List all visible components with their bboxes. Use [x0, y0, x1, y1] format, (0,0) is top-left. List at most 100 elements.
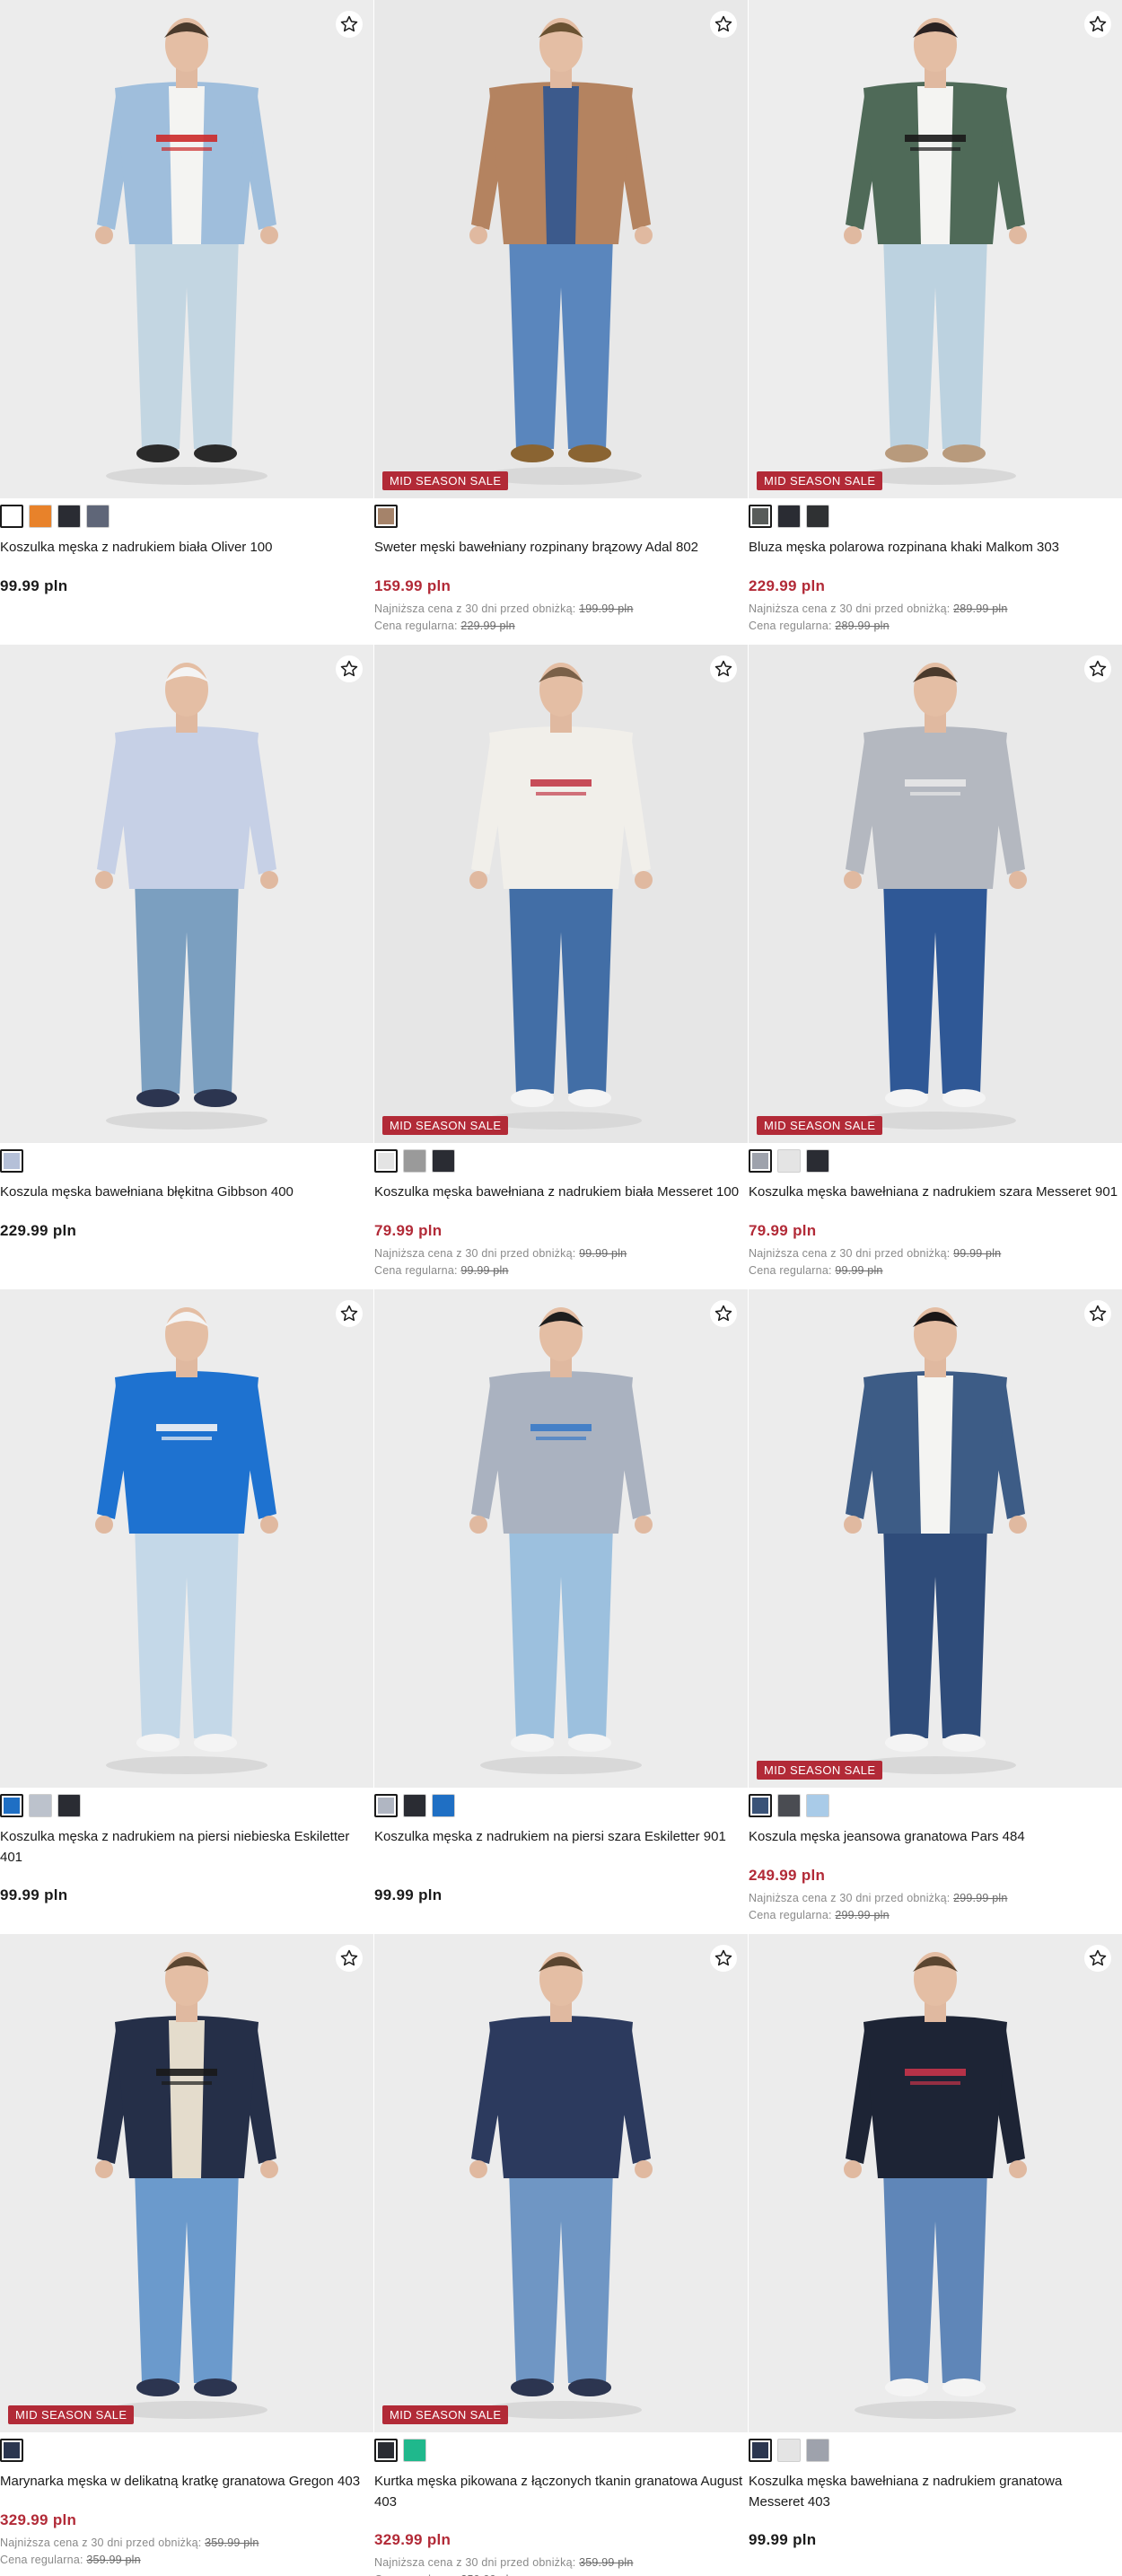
color-swatch[interactable] [749, 2439, 772, 2462]
favorite-button[interactable] [710, 1300, 737, 1327]
color-swatch[interactable] [432, 1794, 455, 1817]
lowest-price-value: 289.99 pln [953, 602, 1008, 615]
color-swatch[interactable] [29, 505, 52, 528]
product-name[interactable]: Koszulka męska z nadrukiem na piersi nie… [0, 1826, 372, 1868]
color-swatch[interactable] [806, 2439, 829, 2462]
product-card[interactable]: Koszulka męska z nadrukiem na piersi sza… [374, 1289, 748, 1934]
color-swatch[interactable] [403, 1149, 426, 1173]
lowest-price-30-days: Najniższa cena z 30 dni przed obniżką: 3… [374, 2556, 633, 2569]
product-image[interactable]: MID SEASON SALE [749, 645, 1122, 1143]
product-image[interactable]: MID SEASON SALE [374, 645, 748, 1143]
product-name[interactable]: Bluza męska polarowa rozpinana khaki Mal… [749, 537, 1120, 558]
product-price: 99.99 pln [374, 1886, 443, 1903]
lowest-price-value: 99.99 pln [579, 1247, 627, 1260]
favorite-button[interactable] [710, 1945, 737, 1972]
product-price: 99.99 pln [0, 577, 68, 594]
color-swatch[interactable] [403, 2439, 426, 2462]
favorite-button[interactable] [1084, 11, 1111, 38]
favorite-button[interactable] [710, 655, 737, 682]
product-card[interactable]: Koszula męska bawełniana błękitna Gibbso… [0, 645, 373, 1289]
product-photo-model [374, 1289, 748, 1788]
product-image[interactable] [374, 1289, 748, 1788]
product-card[interactable]: MID SEASON SALE Koszulka męska bawełniana… [749, 645, 1122, 1289]
star-outline-icon [1084, 1300, 1111, 1327]
product-name[interactable]: Koszulka męska bawełniana z nadrukiem sz… [749, 1182, 1120, 1202]
star-outline-icon [710, 11, 737, 38]
product-card[interactable]: MID SEASON SALE Koszula męska jeansowa gr… [749, 1289, 1122, 1934]
product-price: 79.99 pln [749, 1222, 817, 1239]
regular-price: Cena regularna: 299.99 pln [749, 1909, 890, 1921]
color-swatch[interactable] [806, 1149, 829, 1173]
color-swatch[interactable] [57, 505, 81, 528]
favorite-button[interactable] [1084, 1945, 1111, 1972]
product-image[interactable] [749, 1934, 1122, 2432]
color-swatch[interactable] [777, 1149, 801, 1173]
product-card[interactable]: MID SEASON SALE Kurtka męska pikowana z ł… [374, 1934, 748, 2576]
color-swatch[interactable] [374, 1149, 398, 1173]
product-name[interactable]: Koszulka męska bawełniana z nadrukiem bi… [374, 1182, 746, 1202]
product-image[interactable]: MID SEASON SALE [374, 0, 748, 498]
star-outline-icon [336, 1945, 363, 1972]
lowest-price-label: Najniższa cena z 30 dni przed obniżką: [749, 602, 951, 615]
product-image[interactable]: MID SEASON SALE [374, 1934, 748, 2432]
favorite-button[interactable] [336, 11, 363, 38]
product-photo-model [749, 1289, 1122, 1788]
favorite-button[interactable] [336, 1300, 363, 1327]
product-name[interactable]: Koszulka męska z nadrukiem na piersi sza… [374, 1826, 746, 1847]
favorite-button[interactable] [1084, 1300, 1111, 1327]
product-name[interactable]: Koszulka męska bawełniana z nadrukiem gr… [749, 2471, 1120, 2512]
color-swatches [374, 1794, 455, 1817]
product-image[interactable] [0, 1289, 373, 1788]
regular-price-label: Cena regularna: [749, 1909, 832, 1921]
color-swatch[interactable] [432, 1149, 455, 1173]
color-swatch[interactable] [0, 1149, 23, 1173]
color-swatch[interactable] [374, 1794, 398, 1817]
regular-price-value: 99.99 pln [460, 1264, 509, 1277]
color-swatch[interactable] [374, 2439, 398, 2462]
color-swatch[interactable] [0, 2439, 23, 2462]
color-swatch[interactable] [374, 505, 398, 528]
color-swatch[interactable] [29, 1794, 52, 1817]
product-name[interactable]: Marynarka męska w delikatną kratkę grana… [0, 2471, 372, 2492]
star-outline-icon [336, 11, 363, 38]
product-name[interactable]: Koszula męska jeansowa granatowa Pars 48… [749, 1826, 1120, 1847]
regular-price-label: Cena regularna: [749, 620, 832, 632]
color-swatch[interactable] [403, 1794, 426, 1817]
product-card[interactable]: Koszulka męska bawełniana z nadrukiem gr… [749, 1934, 1122, 2576]
product-name[interactable]: Kurtka męska pikowana z łączonych tkanin… [374, 2471, 746, 2512]
favorite-button[interactable] [710, 11, 737, 38]
product-image[interactable] [0, 645, 373, 1143]
color-swatch[interactable] [777, 505, 801, 528]
product-card[interactable]: Koszulka męska z nadrukiem biała Oliver … [0, 0, 373, 645]
product-name[interactable]: Sweter męski bawełniany rozpinany brązow… [374, 537, 746, 558]
product-card[interactable]: MID SEASON SALE Sweter męski bawełniany r… [374, 0, 748, 645]
product-card[interactable]: MID SEASON SALE Bluza męska polarowa rozp… [749, 0, 1122, 645]
regular-price: Cena regularna: 229.99 pln [374, 620, 515, 632]
product-image[interactable] [0, 0, 373, 498]
color-swatch[interactable] [0, 505, 23, 528]
color-swatch[interactable] [777, 1794, 801, 1817]
favorite-button[interactable] [336, 1945, 363, 1972]
favorite-button[interactable] [336, 655, 363, 682]
color-swatch[interactable] [0, 1794, 23, 1817]
color-swatch[interactable] [749, 1794, 772, 1817]
product-card[interactable]: MID SEASON SALE Koszulka męska bawełniana… [374, 645, 748, 1289]
product-image[interactable]: MID SEASON SALE [749, 0, 1122, 498]
favorite-button[interactable] [1084, 655, 1111, 682]
color-swatch[interactable] [806, 1794, 829, 1817]
product-name[interactable]: Koszula męska bawełniana błękitna Gibbso… [0, 1182, 372, 1202]
color-swatch[interactable] [86, 505, 110, 528]
regular-price-value: 229.99 pln [460, 620, 515, 632]
product-image[interactable]: MID SEASON SALE [0, 1934, 373, 2432]
product-name[interactable]: Koszulka męska z nadrukiem biała Oliver … [0, 537, 372, 558]
color-swatch[interactable] [806, 505, 829, 528]
product-price: 229.99 pln [0, 1222, 77, 1239]
product-card[interactable]: Koszulka męska z nadrukiem na piersi nie… [0, 1289, 373, 1934]
color-swatch[interactable] [749, 1149, 772, 1173]
product-image[interactable]: MID SEASON SALE [749, 1289, 1122, 1788]
color-swatch[interactable] [749, 505, 772, 528]
lowest-price-30-days: Najniższa cena z 30 dni przed obniżką: 1… [374, 602, 633, 615]
color-swatch[interactable] [57, 1794, 81, 1817]
product-card[interactable]: MID SEASON SALE Marynarka męska w delikat… [0, 1934, 373, 2576]
color-swatch[interactable] [777, 2439, 801, 2462]
